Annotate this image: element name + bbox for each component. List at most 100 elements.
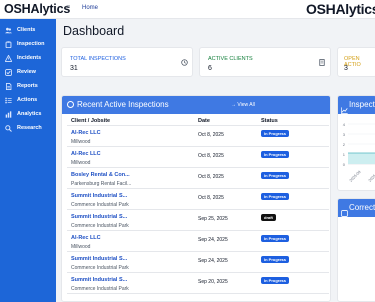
- status-badge: draft: [261, 214, 276, 221]
- check-icon: [341, 204, 348, 222]
- table-row[interactable]: Summit Industrial S... Commerce Industri…: [67, 252, 329, 273]
- building-icon: [319, 59, 325, 68]
- page-title: Dashboard: [63, 24, 125, 38]
- people-icon: [5, 27, 12, 34]
- table-row[interactable]: Summit Industrial S... Commerce Industri…: [67, 273, 329, 294]
- y-tick-label: 0: [343, 162, 346, 167]
- stat-value: 6: [208, 65, 212, 72]
- sidebar-item-label: Actions: [17, 97, 38, 103]
- table-row[interactable]: Al-Rec LLC Millwood Sep 24, 2025 In Prog…: [67, 231, 329, 252]
- date-cell: Sep 24, 2025: [198, 237, 228, 243]
- date-cell: Oct 8, 2025: [198, 174, 224, 180]
- sidebar-item-label: Reports: [17, 83, 38, 89]
- clock-icon: [181, 59, 188, 68]
- y-tick-label: 2: [343, 142, 346, 147]
- date-cell: Sep 25, 2025: [198, 216, 228, 222]
- table-row[interactable]: Al-Rec LLC Millwood Oct 8, 2025 In Progr…: [67, 126, 329, 147]
- status-badge: In Progress: [261, 235, 290, 242]
- app-logo[interactable]: OSHAlytics: [4, 2, 70, 16]
- jobsite-label: Commerce Industrial Park: [71, 223, 129, 229]
- clipboard-icon: [5, 40, 12, 48]
- jobsite-label: Commerce Industrial Park: [71, 265, 129, 271]
- top-bar: OSHAlytics ≡ Home OSHAlytics: [0, 0, 375, 19]
- client-link[interactable]: Summit Industrial S...: [71, 277, 127, 283]
- date-cell: Oct 8, 2025: [198, 153, 224, 159]
- list-icon: [5, 97, 12, 104]
- inspections-chart-card: Inspecti 4 3 2 1 0 2025-08 2025-09: [337, 95, 375, 191]
- x-tick-label: 2025-09: [368, 170, 375, 183]
- breadcrumb-home[interactable]: Home: [82, 5, 98, 11]
- stat-card-open-actions[interactable]: OPEN ACTIO 3: [337, 47, 375, 77]
- column-header-date[interactable]: Date: [198, 118, 210, 124]
- card-title: Correcti: [349, 203, 375, 212]
- client-link[interactable]: Al-Rec LLC: [71, 151, 101, 157]
- corrective-actions-card: Correcti: [337, 198, 375, 302]
- table-row[interactable]: Summit Industrial S... Commerce Industri…: [67, 210, 329, 231]
- card-header: Inspecti: [338, 96, 375, 114]
- table-row[interactable]: Al-Rec LLC Millwood Oct 8, 2025 In Progr…: [67, 147, 329, 168]
- stat-card-total-inspections[interactable]: TOTAL INSPECTIONS 31: [61, 47, 193, 77]
- client-link[interactable]: Summit Industrial S...: [71, 214, 127, 220]
- stat-label: ACTIVE CLIENTS: [208, 56, 253, 62]
- sidebar-item-actions[interactable]: Actions: [5, 94, 55, 106]
- sidebar-item-label: Research: [17, 125, 42, 131]
- sidebar: Clients Inspection Incidents Review Repo…: [0, 19, 56, 302]
- date-cell: Sep 24, 2025: [198, 258, 228, 264]
- sidebar-item-label: Clients: [17, 27, 36, 33]
- sidebar-item-analytics[interactable]: Analytics: [5, 108, 55, 120]
- sidebar-item-reports[interactable]: Reports: [5, 80, 55, 92]
- menu-toggle-icon[interactable]: ≡: [66, 4, 70, 11]
- status-badge: In Progress: [261, 256, 290, 263]
- panel-title: Recent Active Inspections: [77, 100, 169, 109]
- column-header-status[interactable]: Status: [261, 118, 278, 124]
- client-link[interactable]: Bosley Rental & Con...: [71, 172, 130, 178]
- recent-inspections-panel: Recent Active Inspections → View All Cli…: [61, 95, 331, 302]
- jobsite-label: Commerce Industrial Park: [71, 202, 129, 208]
- status-badge: In Progress: [261, 130, 290, 137]
- column-header-client[interactable]: Client / Jobsite: [71, 118, 110, 124]
- stat-value: 3: [344, 65, 348, 72]
- stat-label: OPEN ACTIO: [344, 56, 361, 68]
- y-tick-label: 1: [343, 152, 346, 157]
- status-badge: In Progress: [261, 193, 290, 200]
- search-icon: [5, 124, 12, 132]
- table-row[interactable]: Bosley Rental & Con... Parkensburg Renta…: [67, 168, 329, 189]
- date-cell: Oct 8, 2025: [198, 132, 224, 138]
- client-link[interactable]: Summit Industrial S...: [71, 256, 127, 262]
- client-link[interactable]: Al-Rec LLC: [71, 130, 101, 136]
- client-link[interactable]: Al-Rec LLC: [71, 235, 101, 241]
- stat-card-active-clients[interactable]: ACTIVE CLIENTS 6: [199, 47, 331, 77]
- status-badge: In Progress: [261, 172, 290, 179]
- y-tick-label: 3: [343, 132, 346, 137]
- jobsite-label: Millwood: [71, 139, 91, 145]
- sidebar-item-clients[interactable]: Clients: [5, 24, 55, 36]
- sidebar-item-label: Inspection: [17, 41, 45, 47]
- sidebar-item-review[interactable]: Review: [5, 66, 55, 78]
- sidebar-item-label: Analytics: [17, 111, 42, 117]
- date-cell: Oct 8, 2025: [198, 195, 224, 201]
- date-cell: Sep 20, 2025: [198, 279, 228, 285]
- y-tick-label: 4: [343, 122, 346, 127]
- table-row[interactable]: Summit Industrial S... Commerce Industri…: [67, 189, 329, 210]
- sidebar-item-research[interactable]: Research: [5, 122, 55, 134]
- card-header: Correcti: [338, 199, 375, 217]
- mini-line-chart: 4 3 2 1 0 2025-08 2025-09: [343, 122, 375, 183]
- sidebar-item-inspection[interactable]: Inspection: [5, 38, 55, 50]
- jobsite-label: Commerce Industrial Park: [71, 286, 129, 292]
- warning-icon: [5, 54, 12, 62]
- jobsite-label: Millwood: [71, 244, 91, 250]
- client-link[interactable]: Summit Industrial S...: [71, 193, 127, 199]
- stat-label: TOTAL INSPECTIONS: [70, 56, 126, 62]
- stat-value: 31: [70, 65, 78, 72]
- chart-icon: [5, 110, 12, 118]
- jobsite-label: Millwood: [71, 160, 91, 166]
- panel-header: Recent Active Inspections → View All: [62, 96, 330, 114]
- sidebar-item-incidents[interactable]: Incidents: [5, 52, 55, 64]
- x-tick-label: 2025-08: [349, 170, 362, 183]
- sidebar-item-label: Incidents: [17, 55, 42, 61]
- view-all-link[interactable]: → View All: [231, 102, 255, 108]
- clock-icon: [67, 101, 74, 108]
- chart-area-fill: [348, 153, 375, 164]
- status-badge: In Progress: [261, 151, 290, 158]
- card-title: Inspecti: [349, 100, 375, 109]
